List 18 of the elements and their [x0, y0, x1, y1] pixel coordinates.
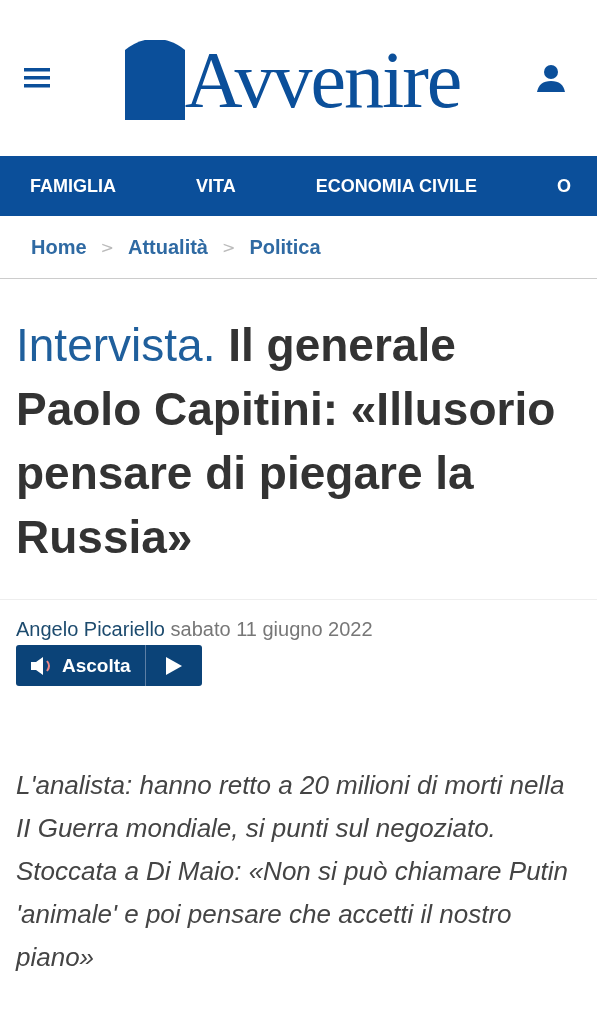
breadcrumb-link[interactable]: Home [31, 235, 87, 259]
play-icon [165, 656, 182, 675]
nav-link[interactable]: FAMIGLIA [30, 175, 116, 197]
breadcrumb-link[interactable]: Attualità [128, 235, 208, 259]
nav-link[interactable]: ECONOMIA CIVILE [315, 175, 477, 197]
author-link[interactable]: Angelo Picariello [16, 618, 165, 640]
breadcrumb-link[interactable]: Politica [249, 235, 321, 259]
breadcrumb-separator: > [222, 237, 236, 257]
menu-icon[interactable] [24, 66, 50, 90]
user-icon[interactable] [535, 62, 567, 94]
breadcrumb-separator: > [100, 237, 114, 257]
logo[interactable]: Avvenire [184, 40, 461, 120]
publish-date: sabato 11 giugno 2022 [170, 618, 373, 640]
listen-button[interactable]: Ascolta [16, 645, 146, 686]
article-headline: Intervista. Il generale Paolo Capitini: «Illusorio pensare di piegare la Russia» [0, 279, 597, 600]
nav-link[interactable]: O [557, 175, 572, 197]
nav-link[interactable]: VITA [196, 175, 236, 197]
article-summary: L'analista: hanno retto a 20 milioni di morti nella II Guerra mondiale, si punti sul negoziato. Stoccata a Di Maio: «Non si può chiamare Putin 'animale' e poi pensare che accetti il nostro piano» [16, 769, 570, 974]
